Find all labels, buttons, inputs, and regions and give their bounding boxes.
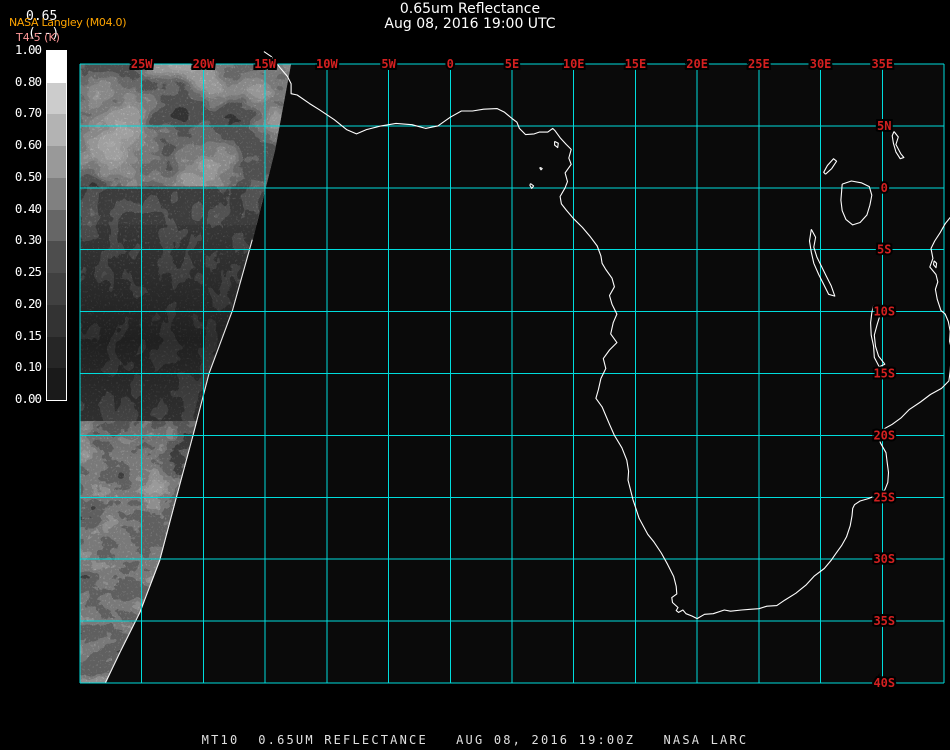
latitude-label: 35S [873,614,895,628]
longitude-label: 25W [131,57,153,71]
longitude-label: 10E [563,57,585,71]
footer-caption: MT10 0.65UM REFLECTANCE AUG 08, 2016 19:… [201,733,749,747]
latitude-label: 5N [877,119,891,133]
longitude-label: 15E [625,57,647,71]
longitude-label: 30E [810,57,832,71]
latitude-label: 0 [881,181,888,195]
longitude-label: 20E [686,57,708,71]
latitude-label: 40S [873,676,895,690]
satellite-quicklook-viewer: 0.65um Reflectance Aug 08, 2016 19:00 UT… [0,0,950,750]
longitude-label: 0 [447,57,454,71]
longitude-label: 5W [381,57,396,71]
longitude-label: 15W [254,57,276,71]
longitude-label: 5E [505,57,519,71]
latitude-label: 20S [873,428,895,442]
latitude-label: 10S [873,305,895,319]
latitude-label: 5S [877,243,891,257]
latitude-label: 25S [873,490,895,504]
map-canvas: 25W 20W 15W 10W 5W 0 5E 10E 15E 20E 25E 30E 35E 5N 0 5S… [79,51,950,692]
longitude-label: 10W [316,57,338,71]
latitude-label: 15S [873,367,895,381]
longitude-label: 25E [748,57,770,71]
longitude-label: 35E [871,57,893,71]
longitude-label: 20W [193,57,215,71]
latitude-label: 30S [873,552,895,566]
